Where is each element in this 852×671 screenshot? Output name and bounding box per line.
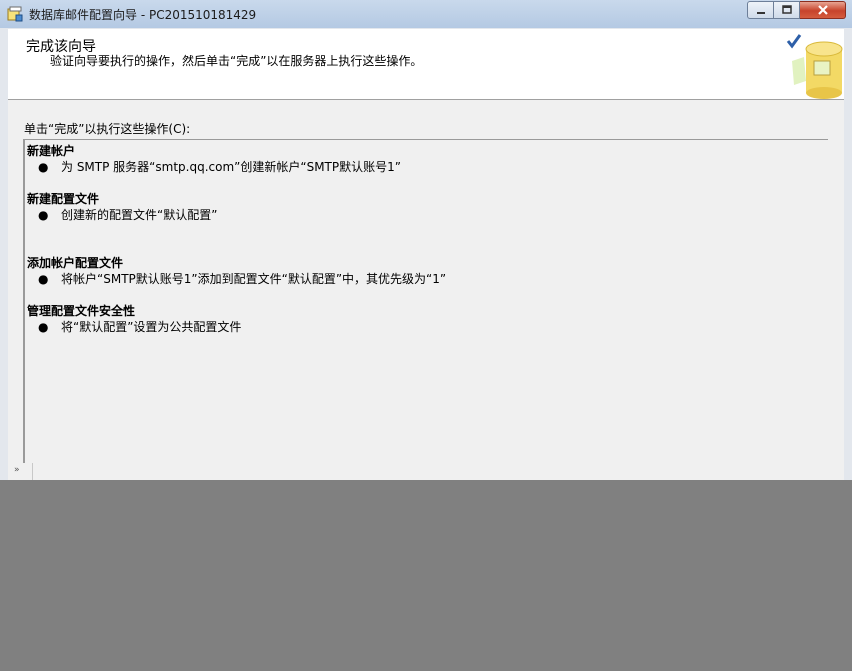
minimize-button[interactable]	[747, 1, 774, 19]
close-icon	[817, 5, 828, 15]
list-item-text: 将帐户“SMTP默认账号1”添加到配置文件“默认配置”中，其优先级为“1”	[61, 272, 447, 286]
caption-buttons	[747, 1, 846, 20]
bullet-icon: ●	[38, 272, 49, 286]
list-item: ● 将帐户“SMTP默认账号1”添加到配置文件“默认配置”中，其优先级为“1”	[27, 271, 446, 287]
wizard-body: 单击“完成”以执行这些操作(C): 新建帐户 ● 为 SMTP 服务器“smtp…	[8, 100, 844, 480]
close-button[interactable]	[800, 1, 846, 19]
window-title: 数据库邮件配置向导 - PC201510181429	[29, 8, 257, 22]
database-mail-wizard-icon	[7, 6, 23, 22]
chevron-down-icon: »	[14, 465, 20, 475]
list-item-text: 为 SMTP 服务器“smtp.qq.com”创建新帐户“SMTP默认账号1”	[61, 160, 401, 174]
page-subtitle: 验证向导要执行的操作，然后单击“完成”以在服务器上执行这些操作。	[50, 54, 423, 68]
section-new-account: 新建帐户 ● 为 SMTP 服务器“smtp.qq.com”创建新帐户“SMTP…	[27, 143, 401, 175]
list-item: ● 为 SMTP 服务器“smtp.qq.com”创建新帐户“SMTP默认账号1…	[27, 159, 401, 175]
section-profile-security: 管理配置文件安全性 ● 将“默认配置”设置为公共配置文件	[27, 303, 241, 335]
database-checkmark-icon	[786, 34, 843, 99]
list-item-text: 创建新的配置文件“默认配置”	[61, 208, 218, 222]
section-title: 管理配置文件安全性	[27, 304, 136, 318]
wizard-header: 完成该向导 验证向导要执行的操作，然后单击“完成”以在服务器上执行这些操作。	[8, 29, 844, 100]
minimize-icon	[756, 12, 765, 14]
maximize-icon	[781, 5, 792, 14]
title-bar[interactable]: 数据库邮件配置向导 - PC201510181429	[0, 0, 852, 28]
bullet-icon: ●	[38, 208, 49, 222]
list-item: ● 创建新的配置文件“默认配置”	[27, 207, 217, 223]
actions-list-panel[interactable]: 新建帐户 ● 为 SMTP 服务器“smtp.qq.com”创建新帐户“SMTP…	[23, 139, 828, 480]
actions-prompt-label: 单击“完成”以执行这些操作(C):	[24, 122, 191, 136]
section-new-profile: 新建配置文件 ● 创建新的配置文件“默认配置”	[27, 191, 217, 223]
maximize-button[interactable]	[774, 1, 800, 19]
bullet-icon: ●	[38, 160, 49, 174]
bullet-icon: ●	[38, 320, 49, 334]
section-add-account-profile: 添加帐户配置文件 ● 将帐户“SMTP默认账号1”添加到配置文件“默认配置”中，…	[27, 255, 446, 287]
section-title: 添加帐户配置文件	[27, 256, 124, 270]
section-title: 新建帐户	[27, 144, 76, 158]
list-item-text: 将“默认配置”设置为公共配置文件	[61, 320, 242, 334]
list-item: ● 将“默认配置”设置为公共配置文件	[27, 319, 241, 335]
resize-grip[interactable]: »	[10, 463, 33, 480]
section-title: 新建配置文件	[27, 192, 100, 206]
wizard-window: 数据库邮件配置向导 - PC201510181429 完成该向导 验证向导要执行…	[0, 0, 852, 480]
